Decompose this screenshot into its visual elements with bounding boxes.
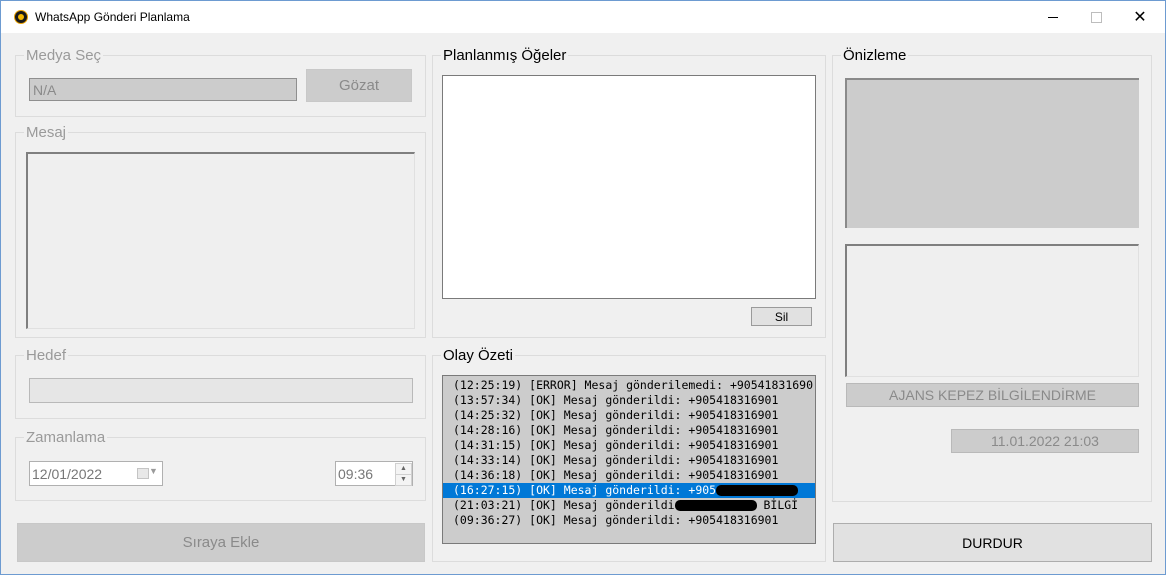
event-log-suffix: BİLGİ	[756, 498, 799, 512]
date-value: 12/01/2022	[32, 466, 103, 482]
time-stepper[interactable]: 09:36 ▲ ▼	[335, 461, 413, 486]
close-icon: ✕	[1133, 7, 1147, 26]
stepper-down-icon[interactable]: ▼	[395, 474, 412, 486]
target-input[interactable]	[29, 378, 413, 403]
event-log-row[interactable]: (14:25:32) [OK] Mesaj gönderildi: +90541…	[443, 408, 815, 423]
event-log-text: (13:57:34) [OK] Mesaj gönderildi: +90541…	[453, 393, 779, 407]
add-to-queue-button[interactable]: Sıraya Ekle	[17, 523, 425, 562]
calendar-icon	[137, 468, 149, 479]
preview-legend: Önizleme	[841, 47, 909, 65]
title-bar[interactable]: WhatsApp Gönderi Planlama ✕	[1, 1, 1165, 33]
event-log-row[interactable]: (12:25:19) [ERROR] Mesaj gönderilemedi: …	[443, 378, 815, 393]
media-path-field[interactable]: N/A	[29, 78, 297, 101]
event-log-row[interactable]: (09:36:27) [OK] Mesaj gönderildi: +90541…	[443, 513, 815, 528]
redaction-mark	[674, 500, 757, 511]
event-log-list[interactable]: (12:25:19) [ERROR] Mesaj gönderilemedi: …	[442, 375, 816, 544]
time-value: 09:36	[338, 466, 374, 482]
event-log-text: (14:28:16) [OK] Mesaj gönderildi: +90541…	[453, 423, 779, 437]
close-button[interactable]: ✕	[1117, 1, 1163, 33]
event-log-row[interactable]: (14:28:16) [OK] Mesaj gönderildi: +90541…	[443, 423, 815, 438]
main-window: WhatsApp Gönderi Planlama ✕ Medya Seç N/…	[0, 0, 1166, 575]
event-log-text: (16:27:15) [OK] Mesaj gönderildi: +905	[453, 483, 717, 497]
events-legend: Olay Özeti	[441, 347, 516, 365]
event-log-text: (14:31:15) [OK] Mesaj gönderildi: +90541…	[453, 438, 779, 452]
chevron-down-icon: ▼	[149, 466, 158, 476]
maximize-button[interactable]	[1073, 1, 1119, 33]
target-legend: Hedef	[24, 347, 69, 365]
message-textarea[interactable]	[26, 152, 415, 329]
maximize-icon	[1090, 11, 1102, 23]
browse-button[interactable]: Gözat	[306, 69, 412, 102]
event-log-text: (14:25:32) [OK] Mesaj gönderildi: +90541…	[453, 408, 779, 422]
event-log-row[interactable]: (21:03:21) [OK] Mesaj gönderildi BİLGİ	[443, 498, 815, 513]
event-log-text: (14:33:14) [OK] Mesaj gönderildi: +90541…	[453, 453, 779, 467]
event-log-row[interactable]: (14:33:14) [OK] Mesaj gönderildi: +90541…	[443, 453, 815, 468]
scheduled-list[interactable]	[442, 75, 816, 299]
media-legend: Medya Seç	[24, 47, 104, 65]
minimize-icon	[1048, 16, 1058, 18]
preview-caption: AJANS KEPEZ BİLGİLENDİRME	[846, 383, 1139, 407]
redaction-mark	[716, 485, 799, 496]
date-picker[interactable]: 12/01/2022 ▼	[29, 461, 163, 486]
window-title: WhatsApp Gönderi Planlama	[35, 10, 190, 24]
event-log-text: (21:03:21) [OK] Mesaj gönderildi	[453, 498, 675, 512]
schedule-legend: Zamanlama	[24, 429, 108, 447]
app-icon	[14, 10, 28, 24]
preview-datetime: 11.01.2022 21:03	[951, 429, 1139, 453]
event-log-text: (14:36:18) [OK] Mesaj gönderildi: +90541…	[453, 468, 779, 482]
event-log-row[interactable]: (16:27:15) [OK] Mesaj gönderildi: +905	[443, 483, 815, 498]
event-log-text: (09:36:27) [OK] Mesaj gönderildi: +90541…	[453, 513, 779, 527]
message-legend: Mesaj	[24, 124, 69, 142]
event-log-row[interactable]: (14:31:15) [OK] Mesaj gönderildi: +90541…	[443, 438, 815, 453]
stop-button[interactable]: DURDUR	[833, 523, 1152, 562]
scheduled-legend: Planlanmış Öğeler	[441, 47, 569, 65]
event-log-row[interactable]: (14:36:18) [OK] Mesaj gönderildi: +90541…	[443, 468, 815, 483]
preview-message-box	[845, 244, 1139, 377]
event-log-text: (12:25:19) [ERROR] Mesaj gönderilemedi: …	[453, 378, 814, 392]
event-log-row[interactable]: (13:57:34) [OK] Mesaj gönderildi: +90541…	[443, 393, 815, 408]
minimize-button[interactable]	[1030, 1, 1076, 33]
delete-button[interactable]: Sil	[751, 307, 812, 326]
preview-image	[845, 78, 1139, 228]
